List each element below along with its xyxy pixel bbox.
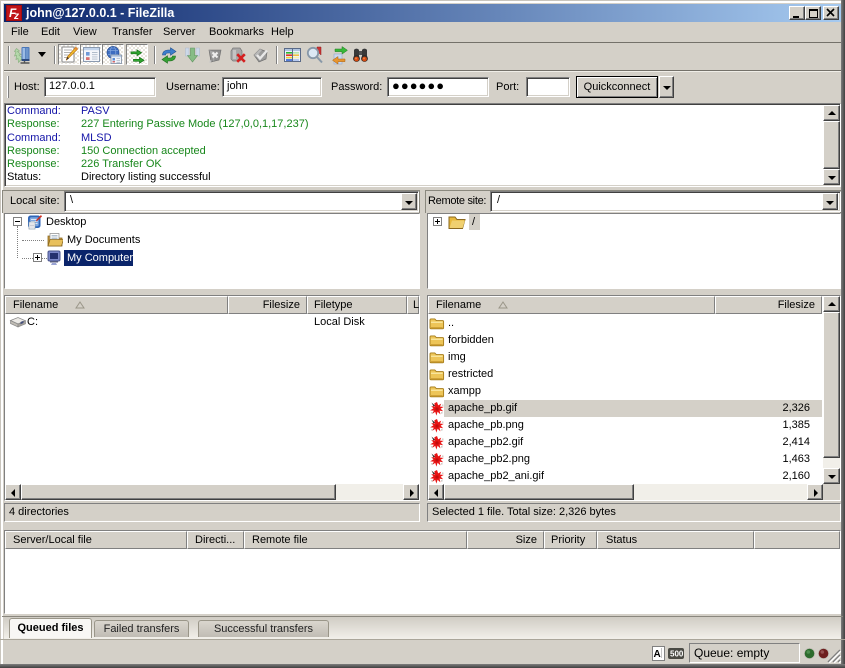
svg-text:z: z [13, 11, 19, 21]
svg-text:500: 500 [670, 650, 684, 659]
svg-text:A: A [654, 649, 661, 660]
